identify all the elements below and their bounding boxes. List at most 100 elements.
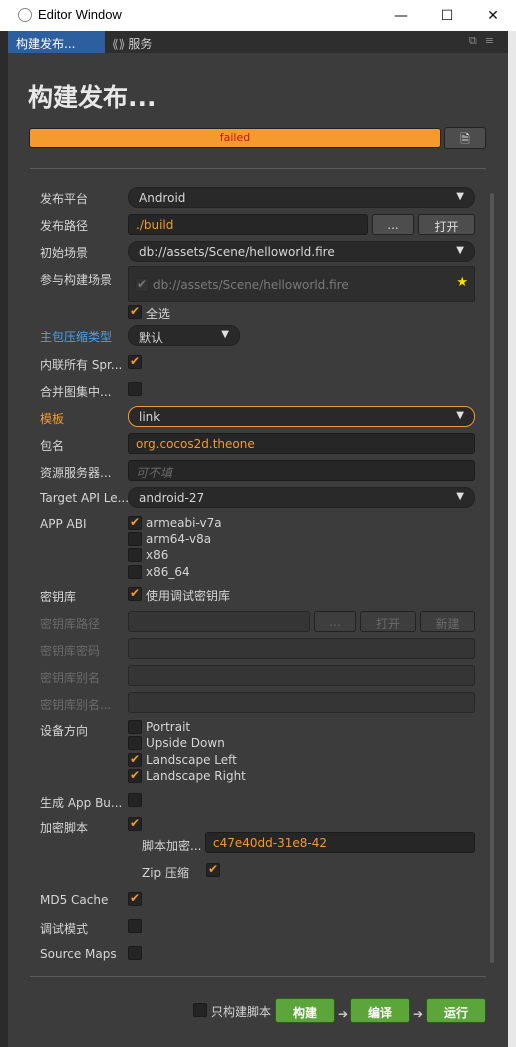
services-icon: ⟪⟫ bbox=[112, 37, 126, 51]
platform-value: Android bbox=[139, 191, 186, 205]
close-button[interactable]: ✕ bbox=[470, 0, 516, 31]
header-divider bbox=[30, 168, 486, 169]
orientation-landscape-right-checkbox[interactable] bbox=[128, 768, 142, 783]
abi-option-label: armeabi-v7a bbox=[146, 516, 222, 530]
keystore-browse-button[interactable]: ... bbox=[314, 611, 356, 632]
build-settings-form[interactable]: 发布平台 Android ▼ 发布路径 ./build ... 打开 初始场景 d… bbox=[28, 181, 498, 966]
abi-x86_64-checkbox[interactable] bbox=[128, 565, 142, 579]
debug-mode-label: 调试模式 bbox=[40, 922, 89, 936]
open-build-folder-button[interactable]: 🗎 bbox=[444, 127, 486, 149]
keystore-path-input[interactable] bbox=[128, 611, 310, 632]
star-icon: ★ bbox=[456, 275, 468, 290]
inline-sprite-label: 内联所有 Spr... bbox=[40, 358, 123, 372]
build-panel: 构建发布... failed 🗎 发布平台 Android ▼ 发布路径 ./bu… bbox=[8, 53, 508, 1047]
target-api-select[interactable]: android-27 ▼ bbox=[128, 487, 475, 508]
merge-atlas-checkbox[interactable] bbox=[128, 382, 142, 396]
scene-item: db://assets/Scene/helloworld.fire bbox=[153, 278, 349, 292]
app-bundle-label: 生成 App Bu... bbox=[40, 796, 123, 810]
abi-option-label: x86 bbox=[146, 548, 169, 562]
panel-menu-icons[interactable]: ⧉≡ bbox=[469, 34, 502, 48]
arrow-right-icon: ➔ bbox=[338, 1007, 349, 1021]
tab-bar: 构建发布... ⟪⟫ 服务 ⧉≡ bbox=[8, 31, 508, 53]
app-bundle-checkbox[interactable] bbox=[128, 793, 142, 807]
abi-option-label: arm64-v8a bbox=[146, 532, 212, 546]
keystore-label: 密钥库 bbox=[40, 590, 77, 604]
scrollbar[interactable] bbox=[490, 193, 494, 963]
build-progress-bar: failed bbox=[29, 128, 441, 148]
merge-atlas-label: 合并图集中... bbox=[40, 385, 112, 399]
only-scripts-checkbox[interactable] bbox=[193, 1003, 207, 1017]
platform-label: 发布平台 bbox=[40, 192, 89, 206]
compress-type-label: 主包压缩类型 bbox=[40, 330, 113, 344]
build-button[interactable]: 构建 bbox=[275, 998, 335, 1023]
source-maps-checkbox[interactable] bbox=[128, 946, 142, 960]
maximize-button[interactable]: ☐ bbox=[424, 0, 470, 31]
keystore-alias-input[interactable] bbox=[128, 665, 475, 686]
browse-path-button[interactable]: ... bbox=[372, 214, 414, 235]
app-abi-label: APP ABI bbox=[40, 517, 87, 531]
only-scripts-label: 只构建脚本 bbox=[211, 1005, 272, 1019]
debug-keystore-label: 使用调试密钥库 bbox=[146, 589, 231, 603]
template-label: 模板 bbox=[40, 412, 65, 426]
debug-mode-checkbox[interactable] bbox=[128, 919, 142, 933]
debug-keystore-checkbox[interactable] bbox=[128, 586, 142, 601]
package-name-input[interactable]: org.cocos2d.theone bbox=[128, 433, 475, 454]
scene-checkbox[interactable] bbox=[135, 277, 149, 292]
start-scene-select[interactable]: db://assets/Scene/helloworld.fire ▼ bbox=[128, 241, 475, 262]
zip-compress-label: Zip 压缩 bbox=[142, 866, 189, 880]
orientation-option-label: Landscape Right bbox=[146, 769, 246, 783]
orientation-option-label: Portrait bbox=[146, 720, 191, 734]
run-button[interactable]: 运行 bbox=[426, 998, 486, 1023]
template-select[interactable]: link ▼ bbox=[128, 406, 475, 427]
encrypt-key-input[interactable]: c47e40dd-31e8-42 bbox=[205, 832, 475, 853]
title-bar: Editor Window — ☐ ✕ bbox=[0, 0, 516, 31]
tab-build[interactable]: 构建发布... bbox=[8, 31, 105, 53]
chevron-down-icon: ▼ bbox=[456, 245, 464, 256]
scenes-label: 参与构建场景 bbox=[40, 273, 113, 287]
abi-x86-checkbox[interactable] bbox=[128, 548, 142, 562]
encrypt-key-label: 脚本加密... bbox=[142, 839, 202, 853]
arrow-right-icon: ➔ bbox=[413, 1007, 424, 1021]
orientation-portrait-checkbox[interactable] bbox=[128, 720, 142, 734]
build-status: failed bbox=[219, 131, 251, 144]
package-name-label: 包名 bbox=[40, 439, 65, 453]
tab-services[interactable]: ⟪⟫ 服务 bbox=[112, 35, 152, 52]
keystore-open-button[interactable]: 打开 bbox=[360, 611, 416, 632]
resource-server-label: 资源服务器... bbox=[40, 466, 112, 480]
keystore-new-button[interactable]: 新建 bbox=[420, 611, 475, 632]
abi-option-label: x86_64 bbox=[146, 565, 190, 579]
orientation-upside-down-checkbox[interactable] bbox=[128, 736, 142, 750]
orientation-landscape-left-checkbox[interactable] bbox=[128, 752, 142, 767]
app-icon bbox=[18, 8, 32, 22]
folder-icon: 🗎 bbox=[460, 132, 470, 146]
orientation-option-label: Upside Down bbox=[146, 736, 225, 750]
resource-server-input[interactable]: 可不填 bbox=[128, 460, 475, 481]
compress-type-select[interactable]: 默认 ▼ bbox=[128, 325, 240, 346]
abi-armeabi-v7a-checkbox[interactable] bbox=[128, 515, 142, 530]
encrypt-label: 加密脚本 bbox=[40, 821, 89, 835]
keystore-password-input[interactable] bbox=[128, 638, 475, 659]
open-path-button[interactable]: 打开 bbox=[418, 214, 475, 235]
target-api-value: android-27 bbox=[139, 491, 205, 505]
compile-button[interactable]: 编译 bbox=[350, 998, 410, 1023]
template-value: link bbox=[139, 410, 161, 424]
encrypt-checkbox[interactable] bbox=[128, 816, 142, 831]
background-window-strip-right bbox=[508, 31, 516, 1047]
select-all-checkbox[interactable] bbox=[128, 304, 142, 319]
source-maps-label: Source Maps bbox=[40, 947, 117, 961]
build-path-input[interactable]: ./build bbox=[128, 214, 368, 235]
orientation-label: 设备方向 bbox=[40, 724, 89, 738]
select-all-label: 全选 bbox=[146, 307, 171, 321]
minimize-button[interactable]: — bbox=[378, 0, 424, 31]
platform-select[interactable]: Android ▼ bbox=[128, 187, 475, 208]
keystore-alias-password-input[interactable] bbox=[128, 692, 475, 713]
scene-list: db://assets/Scene/helloworld.fire ★ bbox=[128, 266, 475, 302]
keystore-path-label: 密钥库路径 bbox=[40, 617, 101, 631]
md5-cache-checkbox[interactable] bbox=[128, 891, 142, 906]
chevron-down-icon: ▼ bbox=[456, 191, 464, 202]
inline-sprite-checkbox[interactable] bbox=[128, 354, 142, 369]
zip-compress-checkbox[interactable] bbox=[206, 862, 220, 877]
abi-arm64-v8a-checkbox[interactable] bbox=[128, 532, 142, 546]
keystore-password-label: 密钥库密码 bbox=[40, 644, 101, 658]
start-scene-value: db://assets/Scene/helloworld.fire bbox=[139, 245, 335, 259]
